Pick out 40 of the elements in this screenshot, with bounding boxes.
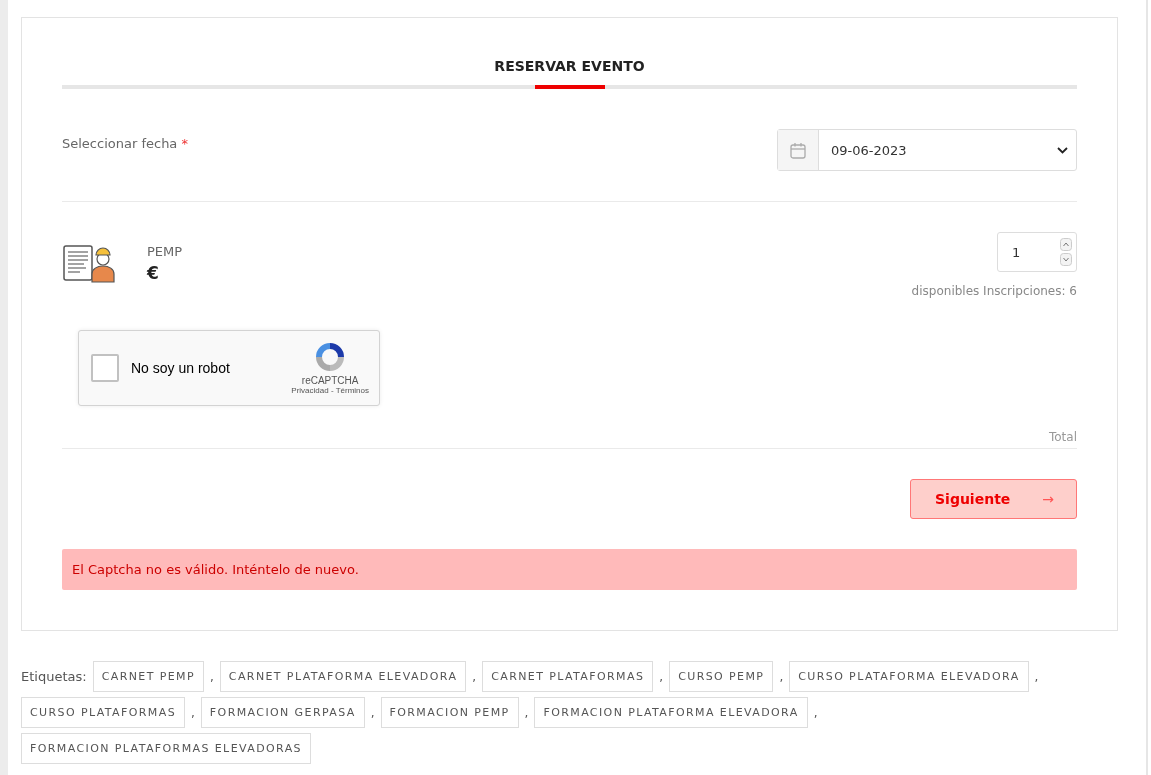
section-title: RESERVAR EVENTO: [494, 58, 645, 76]
tag-separator: ,: [191, 705, 195, 720]
quantity-field[interactable]: 1: [997, 232, 1077, 272]
tag-link[interactable]: CURSO PEMP: [669, 661, 774, 692]
tags-label: Etiquetas:: [21, 669, 87, 684]
error-alert: El Captcha no es válido. Inténtelo de nuevo.: [62, 549, 1077, 590]
recaptcha-logo-icon: [314, 341, 347, 373]
captcha-checkbox[interactable]: [91, 354, 119, 382]
ticket-name: PEMP: [147, 244, 183, 259]
tag-link[interactable]: CARNET PLATAFORMA ELEVADORA: [219, 661, 467, 692]
tag-separator: ,: [524, 705, 529, 720]
tag-link[interactable]: CURSO PLATAFORMA ELEVADORA: [789, 661, 1029, 692]
spinner-icon: [1060, 238, 1072, 266]
link-separator: -: [330, 386, 334, 395]
tag-separator: ,: [659, 669, 664, 684]
recaptcha-brand: reCAPTCHA: [301, 375, 359, 386]
availability-text: disponibles Inscripciones: 6: [911, 284, 1077, 298]
tag-link[interactable]: FORMACION PLATAFORMA ELEVADORA: [534, 697, 808, 728]
date-select[interactable]: 09-06-2023: [777, 129, 1077, 171]
calendar-icon: [790, 141, 806, 159]
tag-separator: ,: [210, 669, 214, 684]
chevron-icon: [1057, 146, 1068, 154]
tag-separator: ,: [370, 705, 375, 720]
privacy-link[interactable]: Privacidad: [291, 386, 329, 395]
tag-link[interactable]: CARNET PEMP: [92, 661, 204, 692]
captcha-label: No soy un robot: [131, 360, 230, 376]
tag-link[interactable]: CURSO PLATAFORMAS: [21, 697, 185, 728]
tag-link[interactable]: FORMACION PEMP: [380, 697, 519, 728]
tag-link[interactable]: FORMACION GERPASA: [200, 697, 365, 728]
tag-separator: ,: [1034, 669, 1039, 684]
total-label: Total: [1048, 430, 1077, 444]
tag-separator: ,: [472, 669, 477, 684]
tag-separator: ,: [779, 669, 784, 684]
tag-link[interactable]: CARNET PLATAFORMAS: [482, 661, 654, 692]
ticket-price: €: [147, 263, 160, 283]
tag-link[interactable]: FORMACION PLATAFORMAS ELEVADORAS: [21, 733, 311, 764]
tag-separator: ,: [813, 705, 818, 720]
required-mark: *: [181, 136, 188, 151]
field-label: Seleccionar fecha: [62, 136, 178, 151]
terms-link[interactable]: Términos: [335, 386, 369, 395]
